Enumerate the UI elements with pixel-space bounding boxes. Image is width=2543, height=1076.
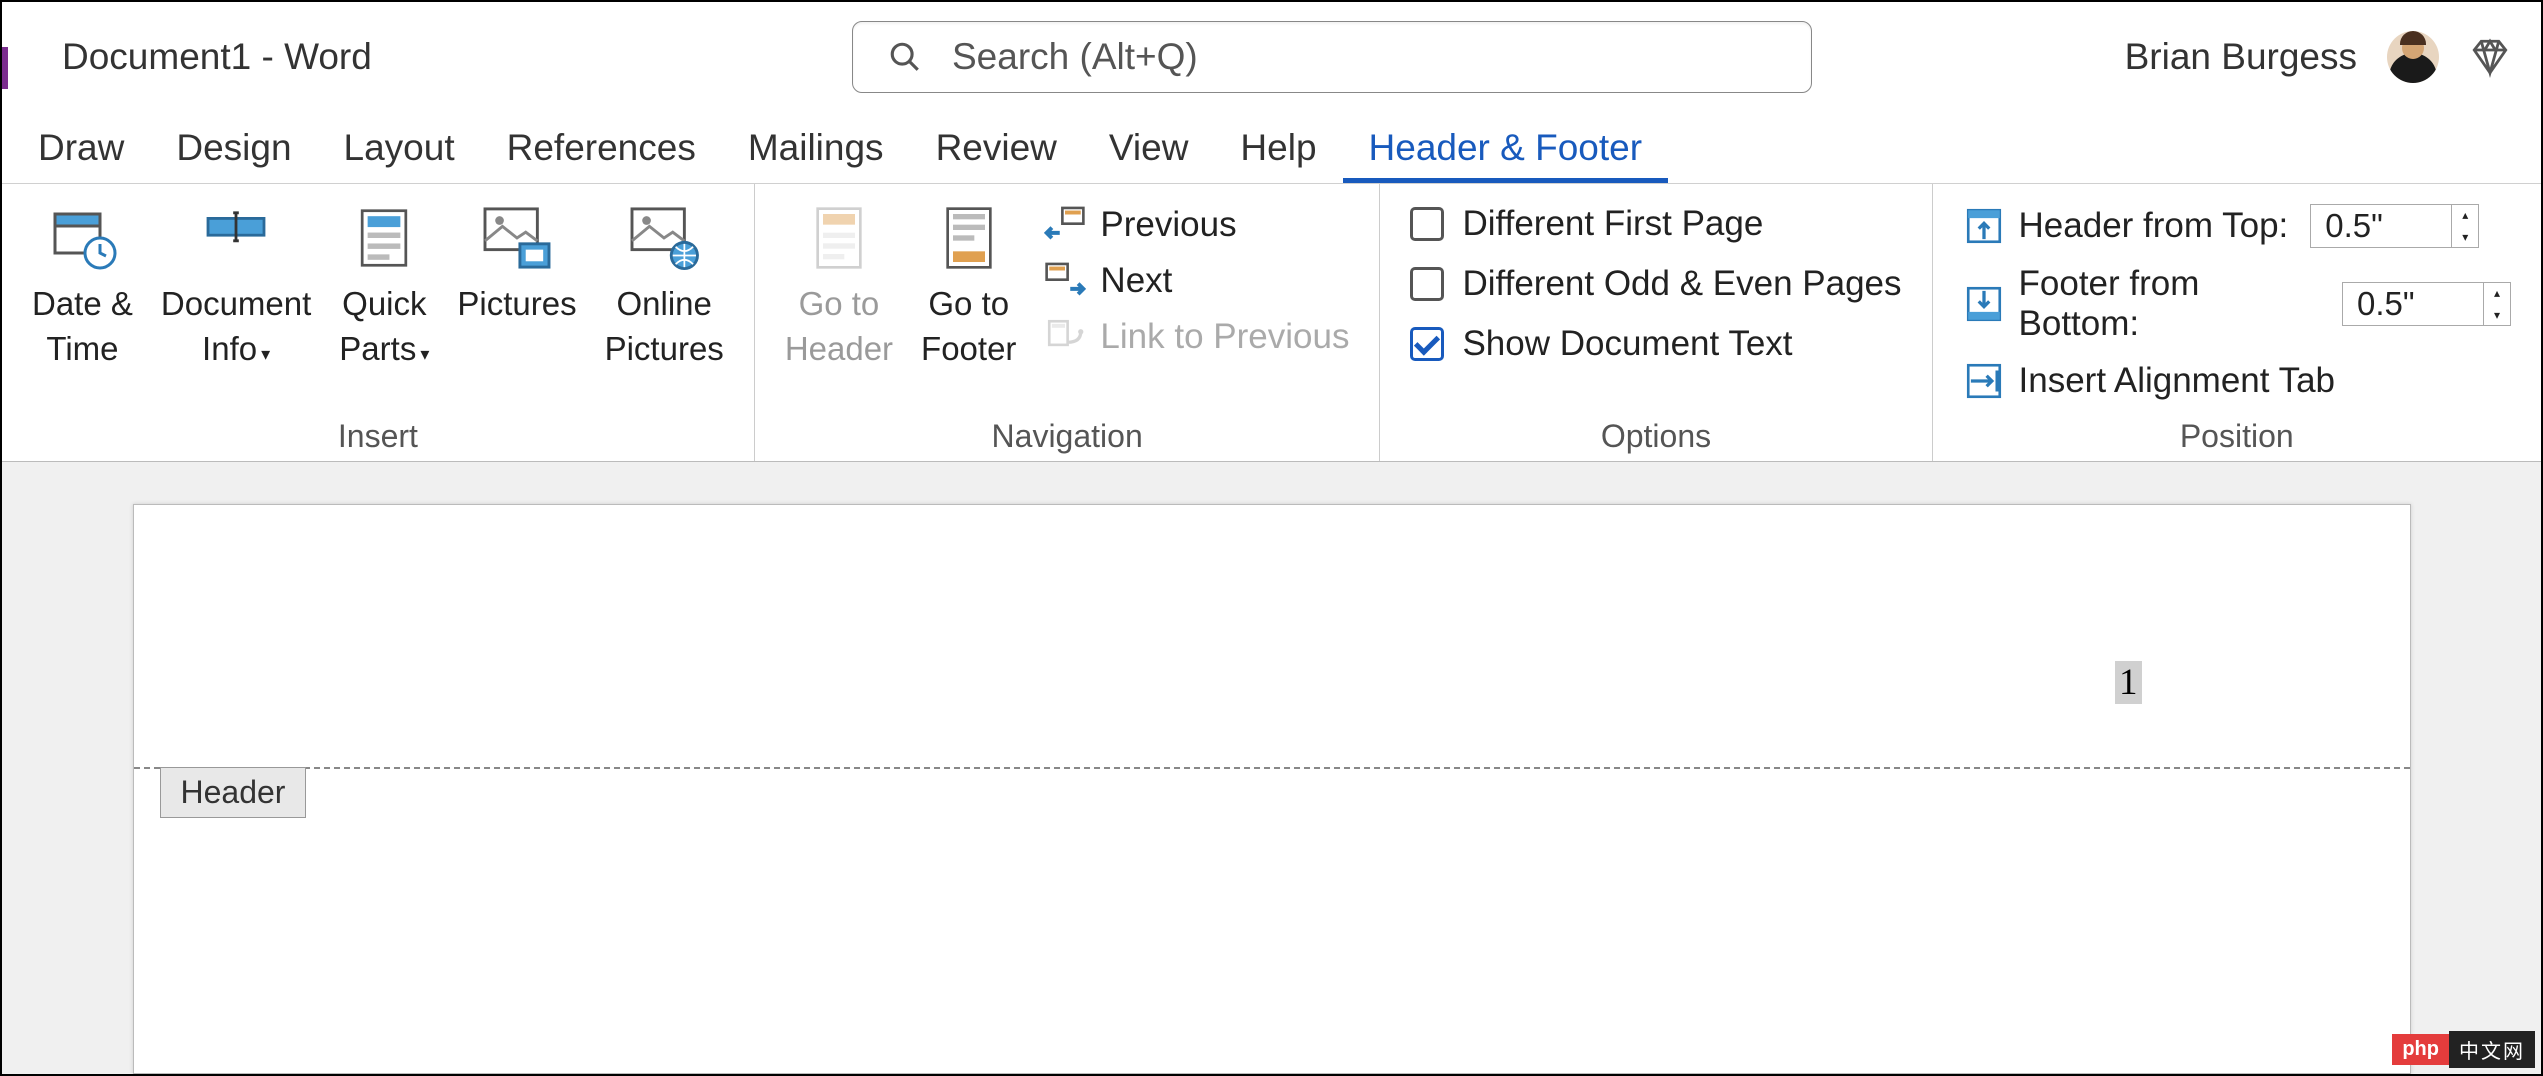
next-label: Next xyxy=(1100,261,1172,301)
pictures-icon xyxy=(481,202,553,274)
spinner-up-icon[interactable]: ▴ xyxy=(2484,282,2510,304)
online-pictures-label: Online Pictures xyxy=(605,282,724,371)
go-to-footer-label: Go to Footer xyxy=(921,282,1016,371)
tab-mailings[interactable]: Mailings xyxy=(722,117,910,183)
pictures-button[interactable]: Pictures xyxy=(447,196,586,333)
link-to-previous-label: Link to Previous xyxy=(1100,317,1349,357)
footer-from-bottom-value[interactable]: 0.5" xyxy=(2343,285,2483,323)
link-to-previous-icon xyxy=(1044,316,1086,358)
tab-header-footer[interactable]: Header & Footer xyxy=(1343,117,1669,183)
group-insert: Date & Time Document Info▾ Quick Parts▾ … xyxy=(2,184,755,461)
tab-view[interactable]: View xyxy=(1083,117,1215,183)
document-area: 1 Header xyxy=(2,462,2541,1074)
diamond-icon[interactable] xyxy=(2469,36,2511,78)
avatar[interactable] xyxy=(2387,31,2439,83)
link-to-previous-button: Link to Previous xyxy=(1044,316,1349,358)
next-button[interactable]: Next xyxy=(1044,260,1349,302)
go-to-footer-button[interactable]: Go to Footer xyxy=(911,196,1026,377)
chevron-down-icon: ▾ xyxy=(261,344,270,364)
document-info-button[interactable]: Document Info▾ xyxy=(151,196,321,377)
accent-strip xyxy=(2,47,8,89)
online-pictures-icon xyxy=(628,202,700,274)
tab-references[interactable]: References xyxy=(481,117,722,183)
watermark-b: 中文网 xyxy=(2449,1031,2535,1068)
watermark: php 中文网 xyxy=(2392,1031,2535,1068)
date-time-label: Date & Time xyxy=(32,282,133,371)
date-time-button[interactable]: Date & Time xyxy=(22,196,143,377)
header-from-top-spinner[interactable]: 0.5" ▴ ▾ xyxy=(2310,204,2479,248)
different-odd-even-label: Different Odd & Even Pages xyxy=(1462,264,1901,304)
previous-button[interactable]: Previous xyxy=(1044,204,1349,246)
next-icon xyxy=(1044,260,1086,302)
go-to-header-label: Go to Header xyxy=(785,282,893,371)
document-title: Document1 - Word xyxy=(62,36,372,78)
previous-icon xyxy=(1044,204,1086,246)
tab-design[interactable]: Design xyxy=(150,117,317,183)
show-document-text-label: Show Document Text xyxy=(1462,324,1792,364)
spinner-down-icon[interactable]: ▾ xyxy=(2484,304,2510,326)
group-options-label: Options xyxy=(1400,412,1911,455)
header-from-top-value[interactable]: 0.5" xyxy=(2311,207,2451,245)
quick-parts-icon xyxy=(348,202,420,274)
nav-links: Previous Next Link to Previous xyxy=(1034,196,1359,366)
footer-from-bottom-spinner[interactable]: 0.5" ▴ ▾ xyxy=(2342,282,2511,326)
quick-parts-button[interactable]: Quick Parts▾ xyxy=(329,196,439,377)
header-tab-label: Header xyxy=(160,767,307,818)
go-to-header-icon xyxy=(803,202,875,274)
tab-draw[interactable]: Draw xyxy=(12,117,150,183)
online-pictures-button[interactable]: Online Pictures xyxy=(595,196,734,377)
avatar-body xyxy=(2389,53,2437,83)
different-first-page-checkbox[interactable]: Different First Page xyxy=(1410,204,1901,244)
header-from-top-icon xyxy=(1963,205,2005,247)
date-time-icon xyxy=(46,202,118,274)
header-from-top-row: Header from Top: 0.5" ▴ ▾ xyxy=(1963,204,2511,248)
insert-alignment-tab-label: Insert Alignment Tab xyxy=(2019,361,2336,401)
tab-review[interactable]: Review xyxy=(910,117,1083,183)
checkbox-icon xyxy=(1410,207,1444,241)
quick-parts-label: Quick Parts▾ xyxy=(339,282,429,371)
checkbox-icon xyxy=(1410,267,1444,301)
document-info-label: Document Info▾ xyxy=(161,282,311,371)
go-to-footer-icon xyxy=(933,202,1005,274)
previous-label: Previous xyxy=(1100,205,1236,245)
go-to-header-button: Go to Header xyxy=(775,196,903,377)
chevron-down-icon: ▾ xyxy=(420,344,429,364)
insert-alignment-tab-button[interactable]: Insert Alignment Tab xyxy=(1963,360,2511,402)
search-placeholder: Search (Alt+Q) xyxy=(952,36,1198,78)
footer-from-bottom-icon xyxy=(1963,283,2005,325)
alignment-tab-icon xyxy=(1963,360,2005,402)
title-bar: Document1 - Word Search (Alt+Q) Brian Bu… xyxy=(2,2,2541,112)
group-position: Header from Top: 0.5" ▴ ▾ Footer from Bo… xyxy=(1933,184,2541,461)
user-area: Brian Burgess xyxy=(2125,31,2511,83)
footer-from-bottom-row: Footer from Bottom: 0.5" ▴ ▾ xyxy=(1963,264,2511,344)
ribbon: Date & Time Document Info▾ Quick Parts▾ … xyxy=(2,184,2541,462)
header-boundary-line xyxy=(134,767,2410,769)
avatar-hair xyxy=(2400,31,2426,45)
different-odd-even-checkbox[interactable]: Different Odd & Even Pages xyxy=(1410,264,1901,304)
different-first-page-label: Different First Page xyxy=(1462,204,1763,244)
header-from-top-label: Header from Top: xyxy=(2019,206,2289,246)
document-info-icon xyxy=(200,202,272,274)
group-insert-label: Insert xyxy=(22,412,734,455)
group-navigation-label: Navigation xyxy=(775,412,1360,455)
tab-help[interactable]: Help xyxy=(1214,117,1342,183)
watermark-a: php xyxy=(2392,1034,2449,1065)
tab-layout[interactable]: Layout xyxy=(318,117,481,183)
page-number[interactable]: 1 xyxy=(2115,661,2142,704)
search-icon xyxy=(888,40,922,74)
group-navigation: Go to Header Go to Footer Previous Next xyxy=(755,184,1381,461)
page[interactable]: 1 Header xyxy=(133,504,2411,1074)
ribbon-tabs: Draw Design Layout References Mailings R… xyxy=(2,112,2541,184)
pictures-label: Pictures xyxy=(457,282,576,327)
footer-from-bottom-label: Footer from Bottom: xyxy=(2019,264,2320,344)
group-position-label: Position xyxy=(1953,412,2521,455)
user-name: Brian Burgess xyxy=(2125,36,2357,78)
search-box[interactable]: Search (Alt+Q) xyxy=(852,21,1812,93)
spinner-down-icon[interactable]: ▾ xyxy=(2452,226,2478,248)
group-options: Different First Page Different Odd & Eve… xyxy=(1380,184,1932,461)
show-document-text-checkbox[interactable]: Show Document Text xyxy=(1410,324,1901,364)
spinner-up-icon[interactable]: ▴ xyxy=(2452,204,2478,226)
checkbox-checked-icon xyxy=(1410,327,1444,361)
